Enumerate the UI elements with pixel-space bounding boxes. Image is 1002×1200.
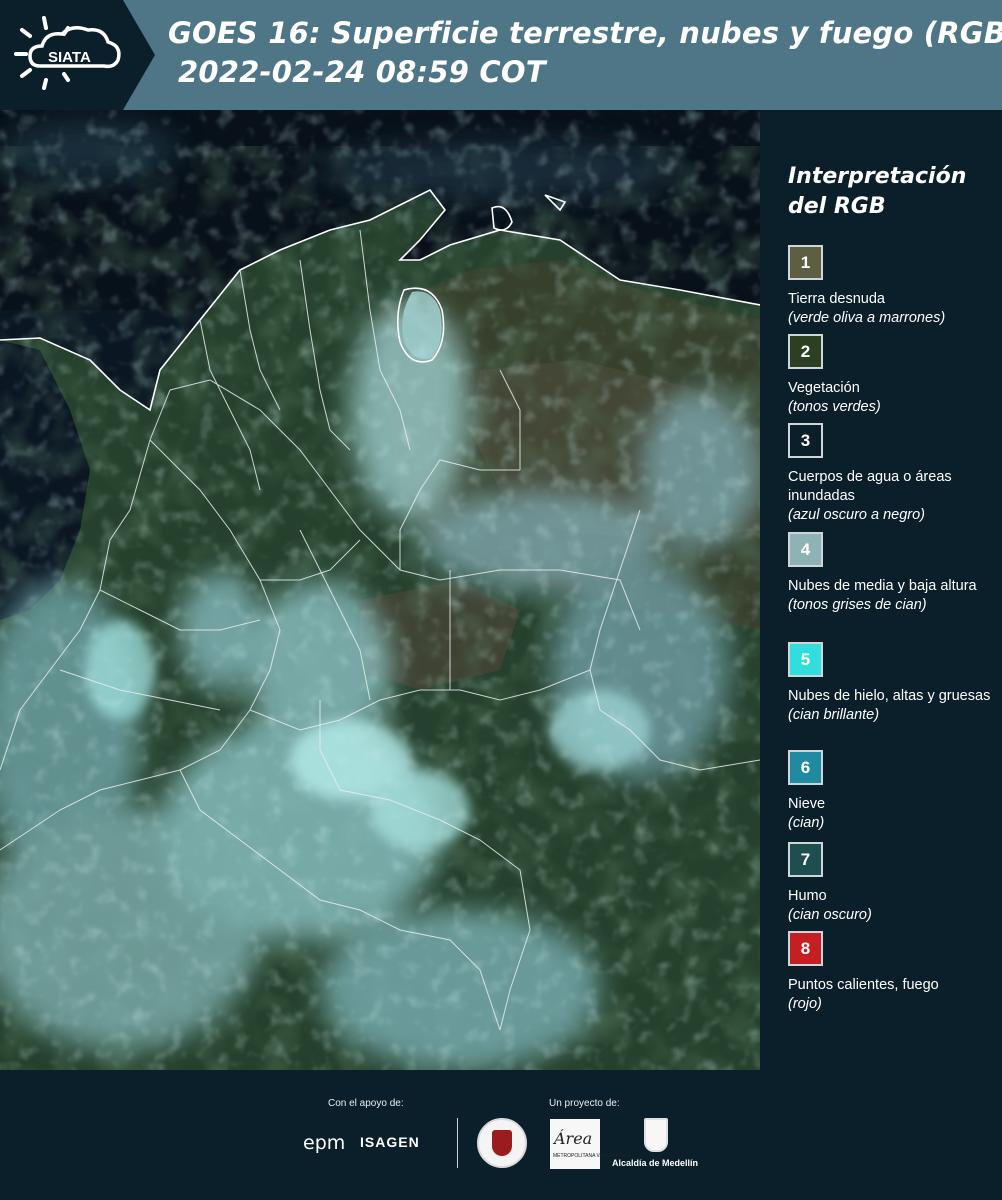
legend-swatch: 2 [788,334,823,369]
legend-sub: (cian oscuro) [788,907,872,923]
legend-sub: (azul oscuro a negro) [788,507,926,523]
legend-label: Tierra desnuda [788,291,885,307]
legend-label: Nubes de hielo, altas y gruesas [788,688,991,704]
legend-label: Cuerpos de agua o áreas inundadas [788,469,952,504]
legend-item-snow: 6 Nieve (cian) [788,750,998,833]
siata-logo: SIATA [0,0,155,110]
page: SIATA GOES 16: Superficie terrestre, nub… [0,0,1002,1200]
legend-swatch: 4 [788,532,823,567]
legend-sub: (cian) [788,815,825,831]
legend-item-fire: 8 Puntos calientes, fuego (rojo) [788,931,998,1014]
legend-label: Nubes de media y baja altura [788,578,977,594]
satellite-map[interactable] [0,110,760,1070]
legend-sub: (rojo) [788,996,822,1012]
legend-swatch: 5 [788,642,823,677]
area-metropolitana-logo: Área METROPOLITANA Valle de Aburrá [550,1119,630,1169]
legend-swatch: 1 [788,245,823,280]
header-bar: SIATA GOES 16: Superficie terrestre, nub… [0,0,1002,110]
legend-label: Puntos calientes, fuego [788,977,939,993]
legend-item-smoke: 7 Humo (cian oscuro) [788,842,998,925]
alcaldia-label: Alcaldía de Medellín [612,1158,699,1168]
legend-sub: (tonos verdes) [788,399,881,415]
legend-label: Vegetación [788,380,860,396]
isagen-logo: ISAGEN [360,1134,420,1150]
support-label: Con el apoyo de: [328,1098,404,1109]
alcaldia-crest-icon [644,1118,668,1152]
legend-swatch: 7 [788,842,823,877]
seal-logo [477,1118,527,1168]
legend-item-low-clouds: 4 Nubes de media y baja altura (tonos gr… [788,532,998,615]
legend-title: Interpretación del RGB [788,164,967,219]
page-timestamp: 2022-02-24 08:59 COT [178,55,546,89]
epm-logo: epm [303,1132,346,1154]
legend-swatch: 6 [788,750,823,785]
footer-sponsors: Con el apoyo de: Un proyecto de: epm ISA… [0,1070,1002,1200]
legend-sub: (verde oliva a marrones) [788,310,946,326]
legend-label: Humo [788,888,827,904]
legend-sub: (cian brillante) [788,707,880,723]
siata-logo-text: SIATA [48,49,91,66]
legend-sub: (tonos grises de cian) [788,597,927,613]
legend-swatch: 3 [788,423,823,458]
amva-word: Área [554,1129,593,1148]
legend-panel: Interpretación del RGB 1 Tierra desnuda … [760,110,1002,1070]
legend-label: Nieve [788,796,826,812]
legend-swatch: 8 [788,931,823,966]
page-title: GOES 16: Superficie terrestre, nubes y f… [168,16,1002,50]
footer-divider [457,1118,458,1168]
legend-item-bare-soil: 1 Tierra desnuda (verde oliva a marrones… [788,245,998,328]
legend-item-water: 3 Cuerpos de agua o áreas inundadas (azu… [788,423,998,525]
project-label: Un proyecto de: [549,1098,620,1109]
legend-item-vegetation: 2 Vegetación (tonos verdes) [788,334,998,417]
legend-item-ice-clouds: 5 Nubes de hielo, altas y gruesas (cian … [788,642,998,725]
